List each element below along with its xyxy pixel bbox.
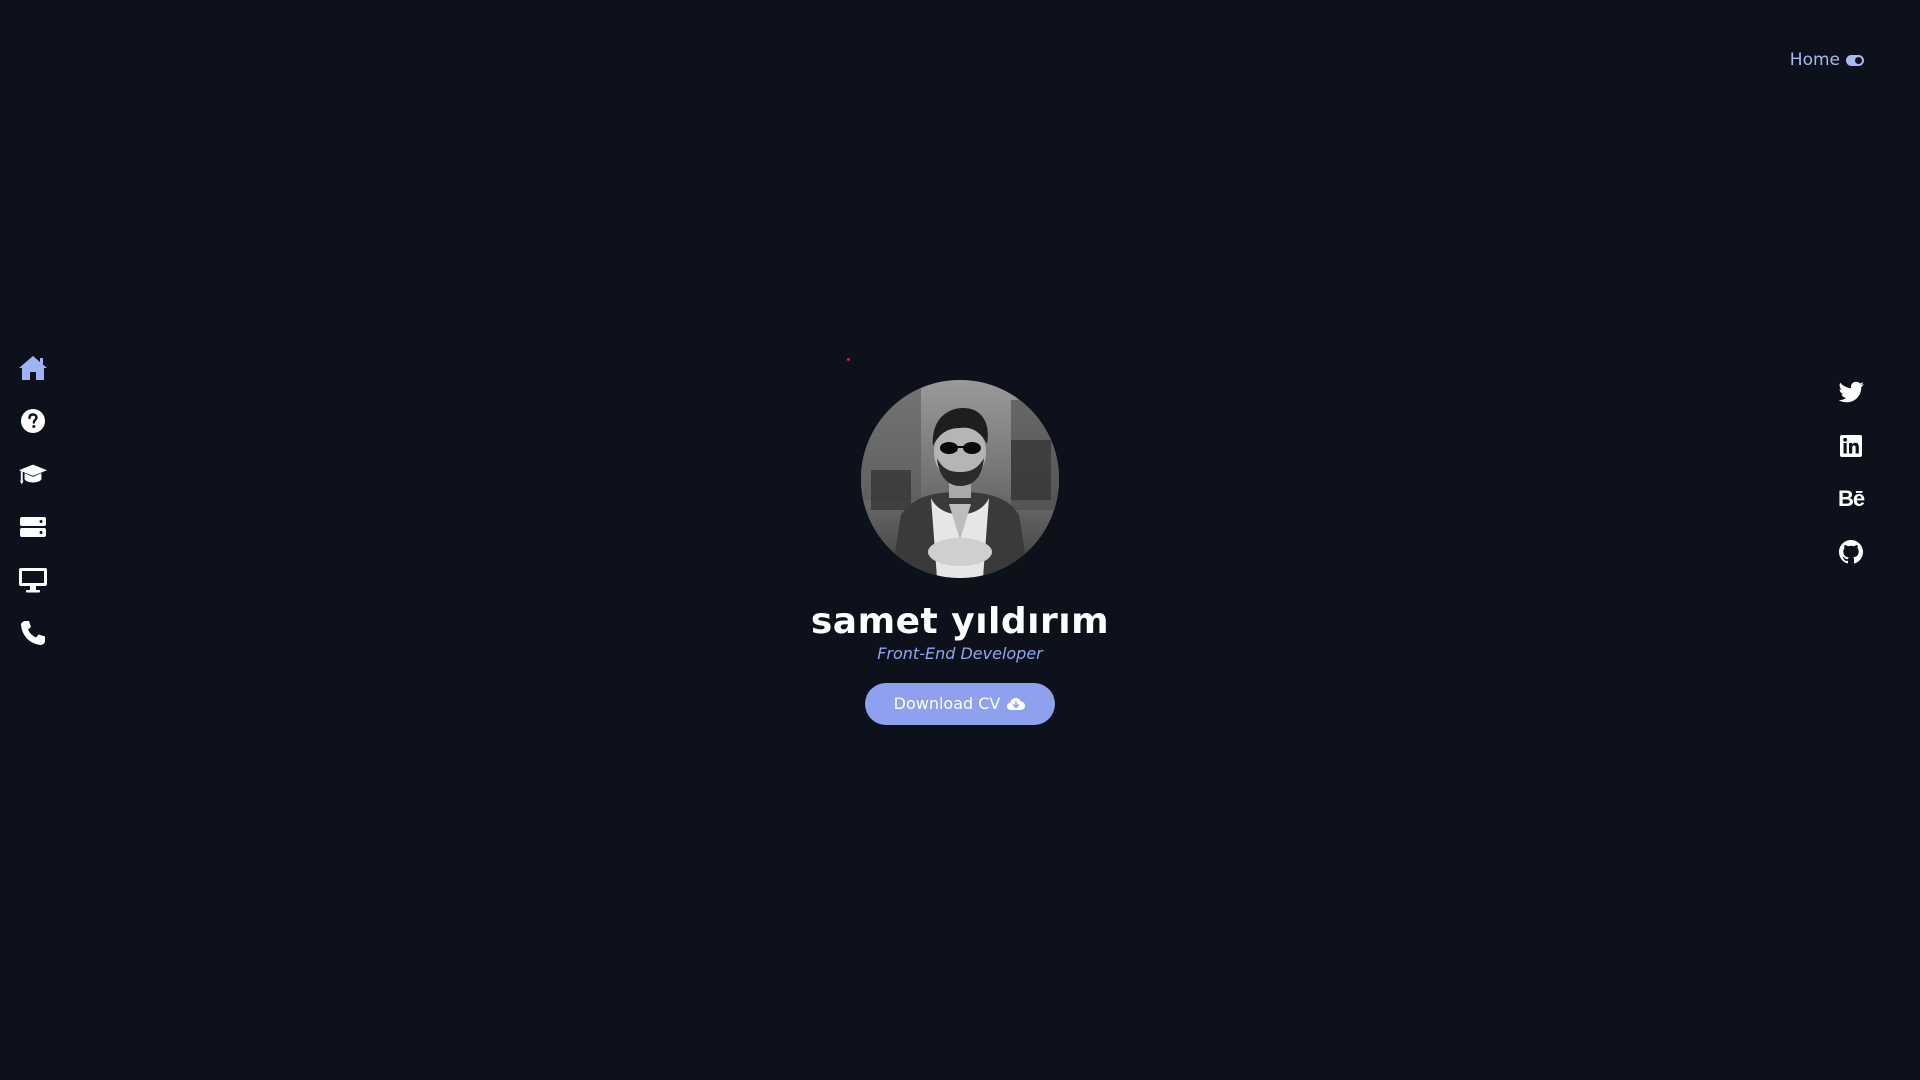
profile-role: Front-End Developer: [877, 643, 1043, 663]
toggle-icon[interactable]: [1846, 54, 1864, 66]
download-cv-label: Download CV: [893, 694, 1001, 714]
home-icon: [19, 356, 47, 380]
profile-name: samet yıldırım: [810, 601, 1110, 642]
avatar: [861, 380, 1059, 578]
decorative-dot: [847, 358, 850, 361]
download-cv-button[interactable]: Download CV: [865, 682, 1055, 725]
nav-item-home[interactable]: [18, 353, 48, 383]
cloud-download-icon: [1007, 697, 1026, 710]
top-nav-home[interactable]: Home: [1790, 50, 1864, 70]
profile-photo: [861, 380, 1059, 578]
page: Home Bē samet yıldırım Front-End Develop…: [0, 0, 1920, 1080]
profile-section: samet yıldırım Front-End Developer Downl…: [0, 380, 1920, 725]
top-nav-home-label: Home: [1789, 50, 1840, 70]
